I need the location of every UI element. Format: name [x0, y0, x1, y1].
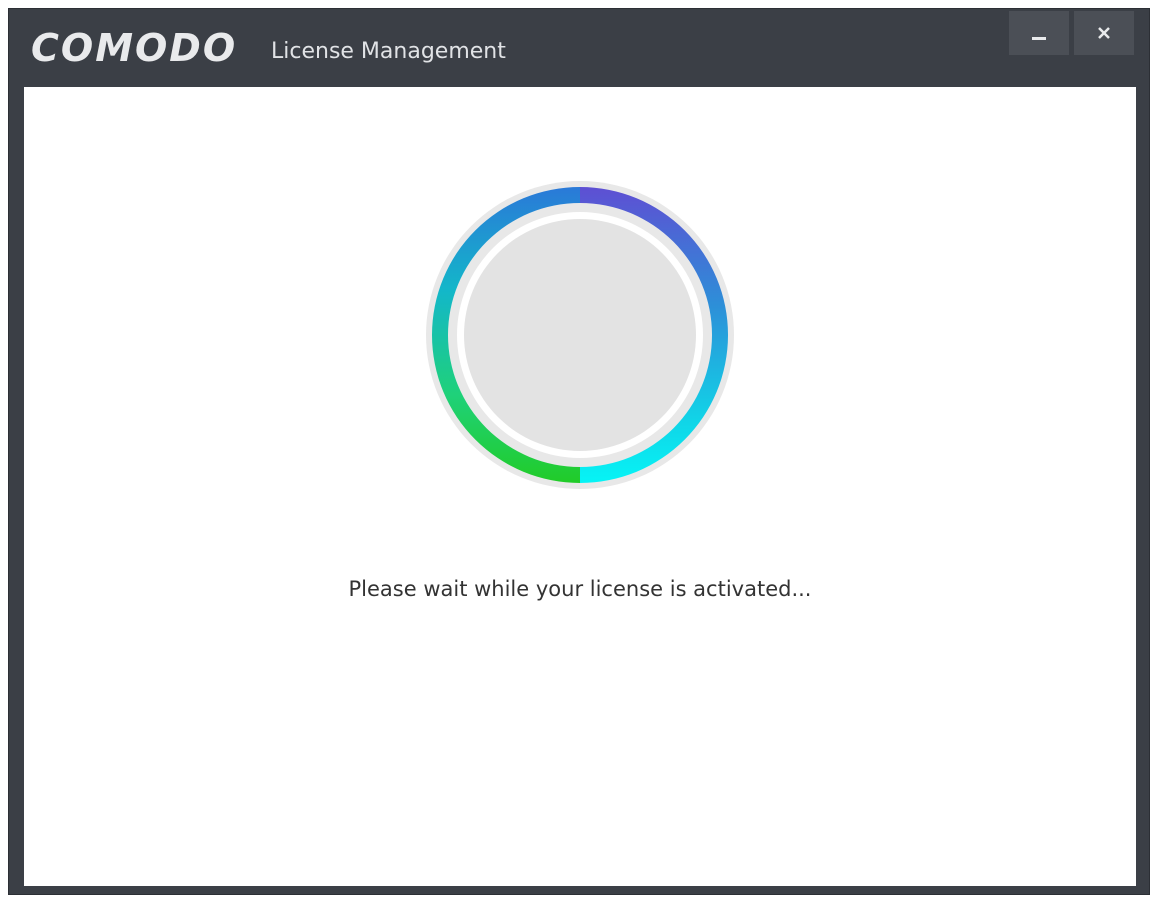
minimize-icon [1032, 36, 1046, 40]
minimize-button[interactable] [1009, 11, 1069, 55]
comodo-logo: COMODO [31, 26, 238, 70]
license-management-window: COMODO License Management Please wait wh… [8, 8, 1150, 895]
titlebar[interactable]: COMODO License Management [9, 9, 1149, 87]
activation-status-text: Please wait while your license is activa… [348, 577, 812, 601]
content-panel: Please wait while your license is activa… [24, 87, 1136, 886]
progress-spinner [426, 181, 734, 489]
close-icon [1098, 27, 1110, 39]
spinner-center [464, 219, 696, 451]
close-button[interactable] [1074, 11, 1134, 55]
window-title: License Management [271, 39, 506, 64]
